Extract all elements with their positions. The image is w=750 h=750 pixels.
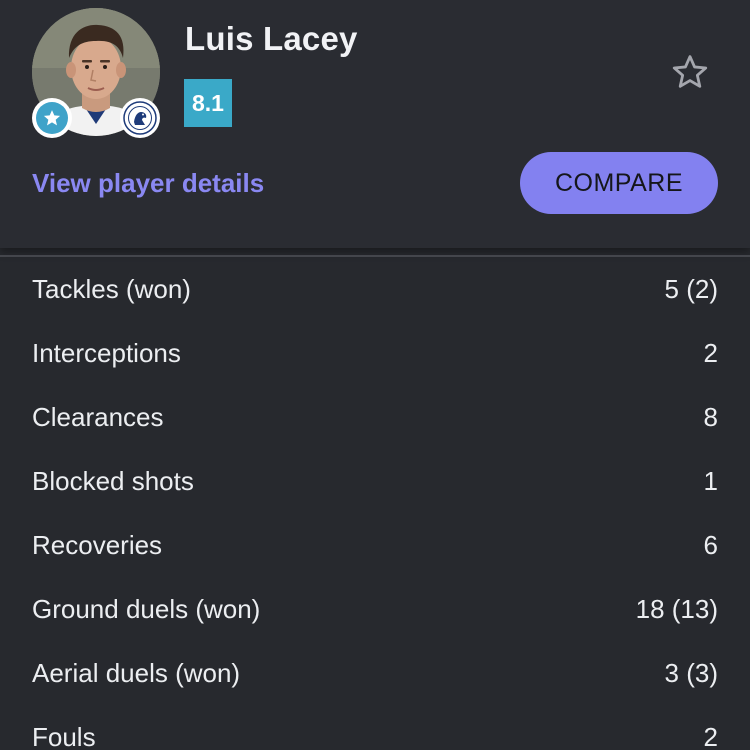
- player-header: Luis Lacey 8.1 View player details COMPA…: [0, 0, 750, 248]
- stat-label: Tackles (won): [32, 274, 191, 304]
- stats-list: Tackles (won) 5 (2) Interceptions 2 Clea…: [0, 258, 750, 750]
- stat-row: Fouls 2: [0, 706, 750, 750]
- stat-label: Clearances: [32, 402, 164, 432]
- player-name: Luis Lacey: [185, 20, 358, 57]
- stat-row: Ground duels (won) 18 (13): [0, 578, 750, 642]
- stat-value: 3 (3): [664, 658, 718, 688]
- player-avatar-group: [32, 8, 160, 138]
- stat-row: Clearances 8: [0, 386, 750, 450]
- stat-row: Recoveries 6: [0, 514, 750, 578]
- stat-label: Fouls: [32, 722, 96, 750]
- player-stats-panel: Luis Lacey 8.1 View player details COMPA…: [0, 0, 750, 750]
- stat-label: Ground duels (won): [32, 594, 261, 624]
- club-crest-icon: [120, 98, 160, 138]
- star-badge-icon: [32, 98, 72, 138]
- stat-label: Recoveries: [32, 530, 163, 560]
- stat-value: 18 (13): [635, 594, 718, 624]
- view-player-details-link[interactable]: View player details: [32, 168, 264, 199]
- stat-label: Blocked shots: [32, 466, 194, 496]
- stat-value: 2: [703, 722, 718, 750]
- stat-row: Interceptions 2: [0, 322, 750, 386]
- stat-value: 8: [703, 402, 718, 432]
- compare-button[interactable]: COMPARE: [520, 152, 718, 214]
- stat-label: Aerial duels (won): [32, 658, 241, 688]
- stat-value: 5 (2): [664, 274, 718, 304]
- stat-row: Blocked shots 1: [0, 450, 750, 514]
- stat-label: Interceptions: [32, 338, 181, 368]
- rating-badge: 8.1: [184, 79, 232, 127]
- stat-row: Aerial duels (won) 3 (3): [0, 642, 750, 706]
- divider: [0, 255, 750, 257]
- star-outline-icon[interactable]: [668, 50, 712, 94]
- stat-row: Tackles (won) 5 (2): [0, 258, 750, 322]
- stat-value: 2: [703, 338, 718, 368]
- stat-value: 6: [703, 530, 718, 560]
- stat-value: 1: [703, 466, 718, 496]
